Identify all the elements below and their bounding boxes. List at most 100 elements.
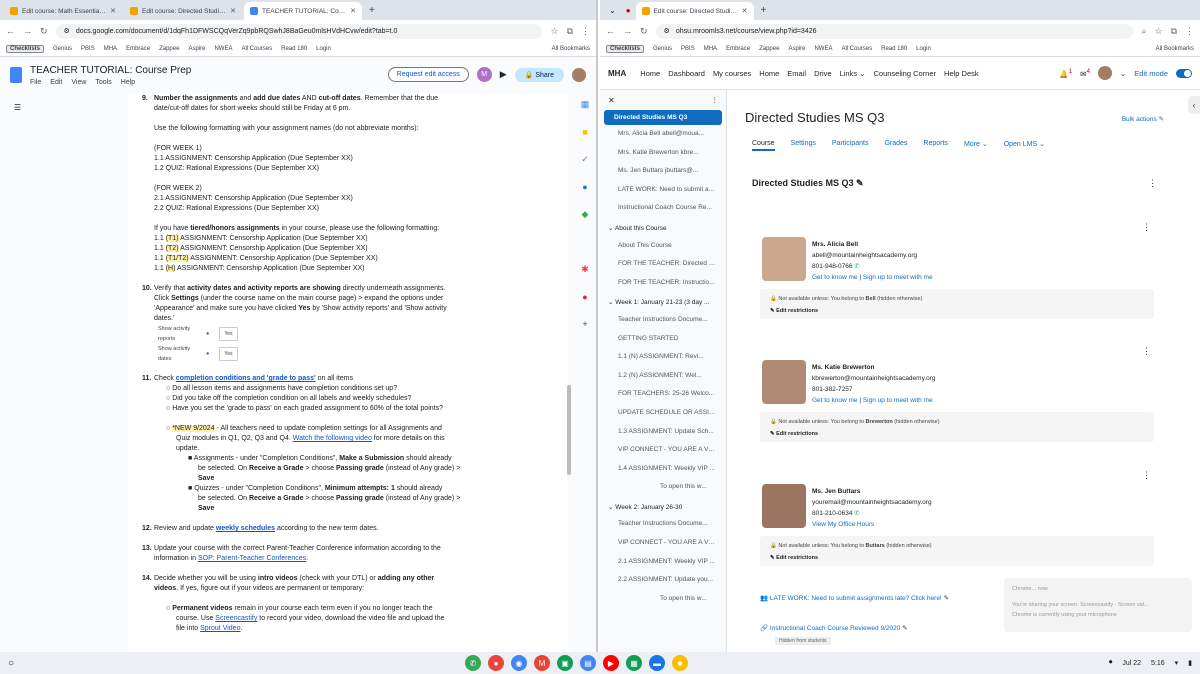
- url-field[interactable]: ⚙ docs.google.com/document/d/1dqFh1DFWSCQ…: [55, 23, 543, 39]
- extension-icon[interactable]: ✱: [581, 264, 589, 275]
- bookmark-genius[interactable]: Genius: [53, 46, 72, 52]
- bookmark-all-courses[interactable]: All Courses: [841, 46, 872, 52]
- bookmark-login[interactable]: Login: [316, 46, 331, 52]
- course-index-item[interactable]: Mrs. Alicia Bell abell@moua...: [600, 125, 726, 144]
- kebab-icon[interactable]: ⋮: [712, 96, 719, 104]
- recording-status-icon[interactable]: ⏺: [1109, 659, 1113, 667]
- reload-icon[interactable]: ↻: [40, 26, 48, 37]
- share-button[interactable]: 🔒 Share: [514, 67, 564, 82]
- bookmark-embrace[interactable]: Embrace: [726, 46, 750, 52]
- close-tab-icon[interactable]: ✕: [350, 7, 356, 15]
- close-tab-icon[interactable]: ✕: [742, 7, 748, 15]
- nav-email[interactable]: Email: [787, 69, 806, 78]
- course-index-item[interactable]: To open this w...: [600, 590, 726, 609]
- late-work-activity[interactable]: 👥 LATE WORK: Need to submit assignments …: [760, 594, 949, 602]
- edit-restrictions-link[interactable]: Edit restrictions: [776, 555, 818, 561]
- phone-app-icon[interactable]: ✆: [465, 655, 481, 671]
- activity-menu-icon[interactable]: ⋮: [1142, 470, 1151, 481]
- course-index-item[interactable]: 2.2 ASSIGNMENT: Update you...: [600, 571, 726, 590]
- get-to-know-link[interactable]: Get to know me: [812, 397, 858, 404]
- bookmark-checklists[interactable]: Checklists: [606, 45, 645, 53]
- bookmark-aspire[interactable]: Aspire: [788, 46, 805, 52]
- tab-more[interactable]: More ⌄: [964, 140, 988, 151]
- tab-settings[interactable]: Settings: [791, 140, 816, 151]
- tab-math-essential[interactable]: Edit course: Math Essential Ele ✕: [4, 2, 122, 20]
- site-info-icon[interactable]: ⚙: [64, 27, 70, 35]
- doc-link[interactable]: SOP: Parent-Teacher Conferences: [198, 555, 306, 562]
- teacher-email[interactable]: youremail@mountainheightsacademy.org: [812, 497, 932, 508]
- course-index-item[interactable]: 1.2 (N) ASSIGNMENT: Wel...: [600, 367, 726, 386]
- teacher-email[interactable]: abell@mountainheightsacademy.org: [812, 250, 933, 261]
- bookmark-embrace[interactable]: Embrace: [126, 46, 150, 52]
- bookmark-zappee[interactable]: Zappee: [159, 46, 179, 52]
- coach-activity[interactable]: 🔗 Instructional Coach Course Reviewed 9/…: [760, 624, 908, 632]
- classroom-icon[interactable]: ▣: [557, 655, 573, 671]
- edit-restrictions-link[interactable]: Edit restrictions: [776, 308, 818, 314]
- course-index-item[interactable]: VIP CONNECT - YOU ARE A VE...: [600, 441, 726, 460]
- course-index-item[interactable]: GETTING STARTED: [600, 330, 726, 349]
- section-menu-icon[interactable]: ⋮: [1148, 178, 1157, 189]
- course-index-item[interactable]: 1.1 (N) ASSIGNMENT: Revi...: [600, 348, 726, 367]
- menu-help[interactable]: Help: [121, 79, 135, 86]
- course-index-section[interactable]: ⌄ About this Course: [600, 218, 726, 237]
- tab-open-lms[interactable]: Open LMS ⌄: [1004, 140, 1045, 151]
- course-index-section[interactable]: ⌄ Week 1: January 21-23 (3 day ...: [600, 292, 726, 311]
- search-icon[interactable]: ⌕: [1141, 26, 1146, 37]
- launcher-icon[interactable]: ○: [8, 658, 14, 669]
- open-block-drawer-icon[interactable]: ‹: [1188, 96, 1200, 114]
- more-icon[interactable]: ⋮: [1185, 26, 1194, 37]
- activity-menu-icon[interactable]: ⋮: [1142, 222, 1151, 233]
- nav-help-desk[interactable]: Help Desk: [944, 69, 979, 78]
- tab-course[interactable]: Course: [752, 140, 775, 151]
- meet-link[interactable]: Sign up to meet with me: [863, 274, 933, 281]
- tab-search-icon[interactable]: ⌄: [604, 6, 621, 15]
- docs-logo-icon[interactable]: [10, 67, 22, 83]
- chevron-down-icon[interactable]: ⌄: [1120, 69, 1126, 78]
- bookmark-nwea[interactable]: NWEA: [814, 46, 832, 52]
- doc-link[interactable]: Watch the following video: [293, 435, 372, 442]
- menu-tools[interactable]: Tools: [95, 79, 111, 86]
- keep-app-icon[interactable]: ■: [672, 655, 688, 671]
- bookmark-all-courses[interactable]: All Courses: [241, 46, 272, 52]
- extensions-icon[interactable]: ⧉: [1171, 26, 1177, 37]
- clock-text[interactable]: 5:16: [1151, 660, 1165, 667]
- course-index-item[interactable]: 2.1 ASSIGNMENT: Weekly VIP ...: [600, 553, 726, 572]
- get-to-know-link[interactable]: Get to know me: [812, 274, 858, 281]
- avatar[interactable]: M: [476, 67, 492, 82]
- course-index-item[interactable]: To open this w...: [600, 478, 726, 497]
- menu-file[interactable]: File: [30, 79, 41, 86]
- more-icon[interactable]: ⋮: [581, 26, 590, 37]
- request-edit-button[interactable]: Request edit access: [387, 67, 469, 82]
- close-tab-icon[interactable]: ✕: [110, 7, 116, 15]
- edit-pencil-icon[interactable]: ✎: [856, 178, 864, 188]
- screen-share-notification[interactable]: Chrome... now You're sharing your screen…: [1004, 578, 1192, 632]
- tab-reports[interactable]: Reports: [923, 140, 948, 151]
- course-index-item[interactable]: Ms. Jen Buttars jbuttars@...: [600, 162, 726, 181]
- course-index-item[interactable]: FOR THE TEACHER: Directed S...: [600, 255, 726, 274]
- doc-title[interactable]: TEACHER TUTORIAL: Course Prep: [30, 65, 191, 76]
- tab-directed-studies[interactable]: Edit course: Directed Studies M ✕: [124, 2, 242, 20]
- edit-restrictions-link[interactable]: Edit restrictions: [776, 431, 818, 437]
- site-info-icon[interactable]: ⚙: [664, 27, 670, 35]
- bulk-actions-button[interactable]: Bulk actions ✎: [1122, 115, 1164, 123]
- edit-mode-toggle[interactable]: [1176, 68, 1192, 78]
- doc-link[interactable]: weekly schedules: [216, 525, 275, 532]
- scrollbar[interactable]: [567, 385, 571, 475]
- bookmark-zappee[interactable]: Zappee: [759, 46, 779, 52]
- meet-link[interactable]: Sign up to meet with me: [863, 397, 933, 404]
- messages-icon[interactable]: ✉4: [1080, 68, 1090, 79]
- bookmark-mha[interactable]: MHA: [704, 46, 717, 52]
- course-index-item[interactable]: Teacher Instructions Docume...: [600, 515, 726, 534]
- all-bookmarks[interactable]: All Bookmarks: [552, 46, 590, 52]
- bookmark-read-180[interactable]: Read 180: [881, 46, 907, 52]
- menu-edit[interactable]: Edit: [50, 79, 62, 86]
- tab-grades[interactable]: Grades: [884, 140, 907, 151]
- close-drawer-icon[interactable]: ✕: [608, 96, 615, 105]
- doc-link[interactable]: Screencastify: [215, 615, 257, 622]
- course-index-item[interactable]: LATE WORK: Need to submit a...: [600, 181, 726, 200]
- all-bookmarks[interactable]: All Bookmarks: [1156, 46, 1194, 52]
- gmail-icon[interactable]: M: [534, 655, 550, 671]
- user-avatar[interactable]: [1097, 66, 1112, 80]
- maps-icon[interactable]: ◆: [582, 209, 589, 220]
- nav-links[interactable]: Links ⌄: [840, 69, 866, 78]
